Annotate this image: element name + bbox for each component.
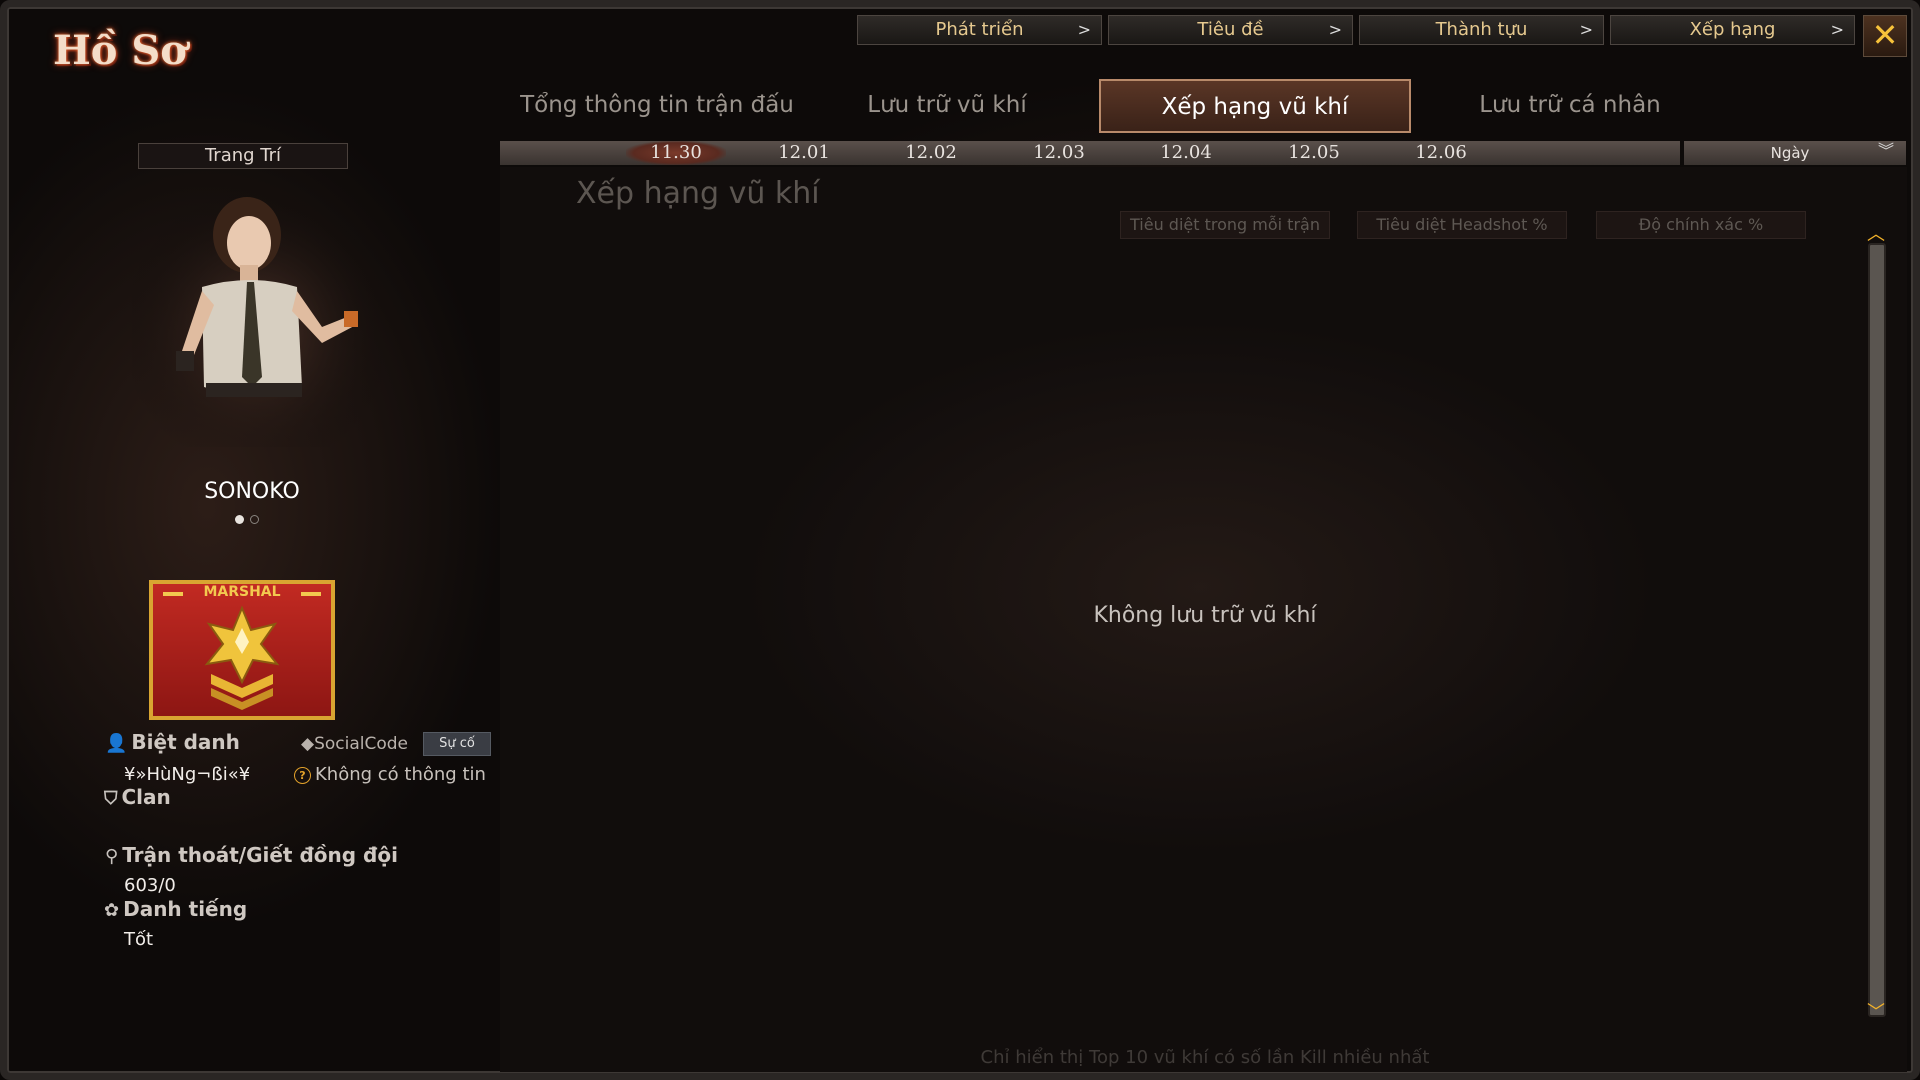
- nav-title-button[interactable]: Tiêu đề >: [1108, 15, 1353, 45]
- pager-dot-active[interactable]: [235, 515, 244, 524]
- period-dropdown[interactable]: Ngày ︾: [1684, 141, 1906, 165]
- chevron-down-icon: ︾: [1877, 141, 1894, 160]
- tab-match-summary[interactable]: Tổng thông tin trận đấu: [487, 79, 827, 133]
- window-title: Hồ Sơ: [53, 27, 187, 74]
- nav-label: Phát triển: [935, 19, 1024, 40]
- nav-ranking-button[interactable]: Xếp hạng >: [1610, 15, 1855, 45]
- nav-achievement-button[interactable]: Thành tựu >: [1359, 15, 1604, 45]
- reputation-label: ✿ Danh tiếng: [104, 897, 248, 921]
- date-item-1206[interactable]: 12.06: [1391, 141, 1491, 165]
- footnote: Chỉ hiển thị Top 10 vũ khí có số lần Kil…: [980, 1047, 1430, 1068]
- tag-icon: ◆: [301, 734, 315, 754]
- sort-accuracy-button[interactable]: Độ chính xác %: [1596, 211, 1806, 239]
- profile-window: Hồ Sơ Phát triển > Tiêu đề > Thành tựu >…: [0, 0, 1920, 1080]
- character-name: SONOKO: [204, 479, 300, 504]
- decorate-button[interactable]: Trang Trí: [138, 143, 348, 169]
- empty-message: Không lưu trữ vũ khí: [1093, 603, 1317, 628]
- nav-development-button[interactable]: Phát triển >: [857, 15, 1102, 45]
- question-icon: ?: [294, 767, 311, 784]
- weapon-ranking-panel: Xếp hạng vũ khí Tiêu diệt trong mỗi trận…: [500, 167, 1907, 1072]
- date-item-1130[interactable]: 11.30: [626, 141, 726, 165]
- scrollbar[interactable]: [1868, 243, 1886, 1017]
- scroll-down-icon[interactable]: ﹀: [1864, 1004, 1888, 1022]
- scroll-up-icon[interactable]: ︿: [1864, 226, 1888, 244]
- clan-shield-icon: ⛉: [104, 788, 118, 809]
- chevron-right-icon: >: [1077, 20, 1091, 39]
- clan-label: ⛉ Clan: [104, 785, 171, 809]
- reputation-value: Tốt: [124, 929, 154, 950]
- character-avatar: [132, 187, 382, 447]
- date-item-1203[interactable]: 12.03: [1009, 141, 1109, 165]
- chevron-right-icon: >: [1830, 20, 1844, 39]
- escape-teamkill-value: 603/0: [124, 875, 176, 896]
- nav-label: Tiêu đề: [1197, 19, 1264, 40]
- date-item-1205[interactable]: 12.05: [1264, 141, 1364, 165]
- chevron-right-icon: >: [1328, 20, 1342, 39]
- main-tabs: Tổng thông tin trận đấu Lưu trữ vũ khí X…: [487, 79, 1725, 133]
- date-item-1202[interactable]: 12.02: [881, 141, 981, 165]
- pager-dot[interactable]: [250, 515, 259, 524]
- close-button[interactable]: ✕: [1863, 15, 1907, 57]
- running-man-icon: ⚲: [105, 846, 119, 867]
- rank-badge: MARSHAL: [149, 580, 335, 720]
- date-bar: 11.30 12.01 12.02 12.03 12.04 12.05 12.0…: [500, 141, 1680, 165]
- close-icon: ✕: [1871, 16, 1899, 54]
- top-nav: Phát triển > Tiêu đề > Thành tựu > Xếp h…: [857, 15, 1855, 45]
- nav-label: Thành tựu: [1435, 19, 1528, 40]
- social-code-value: ? Không có thông tin: [294, 764, 500, 785]
- nav-label: Xếp hạng: [1689, 19, 1776, 40]
- user-icon: 👤: [105, 733, 128, 754]
- star-emblem-icon: [163, 592, 321, 710]
- nickname-value: ¥»HùNg¬ßi«¥: [124, 764, 251, 785]
- period-value: Ngày: [1770, 144, 1810, 162]
- nickname-label: 👤 Biệt danh: [105, 730, 240, 754]
- flower-icon: ✿: [104, 900, 120, 921]
- tab-weapon-ranking[interactable]: Xếp hạng vũ khí: [1099, 79, 1411, 133]
- date-item-1204[interactable]: 12.04: [1136, 141, 1236, 165]
- report-button[interactable]: Sự cố: [423, 732, 491, 756]
- date-item-1201[interactable]: 12.01: [754, 141, 854, 165]
- tab-weapon-storage[interactable]: Lưu trữ vũ khí: [827, 79, 1067, 133]
- escape-teamkill-label: ⚲ Trận thoát/Giết đồng đội: [105, 843, 398, 867]
- chevron-right-icon: >: [1579, 20, 1593, 39]
- tab-personal-storage[interactable]: Lưu trữ cá nhân: [1415, 79, 1725, 133]
- sort-kills-per-match-button[interactable]: Tiêu diệt trong mỗi trận: [1120, 211, 1330, 239]
- section-heading: Xếp hạng vũ khí: [576, 176, 820, 211]
- avatar-pager: [235, 515, 259, 524]
- sort-headshot-button[interactable]: Tiêu diệt Headshot %: [1357, 211, 1567, 239]
- social-code-label: ◆SocialCode: [301, 734, 409, 754]
